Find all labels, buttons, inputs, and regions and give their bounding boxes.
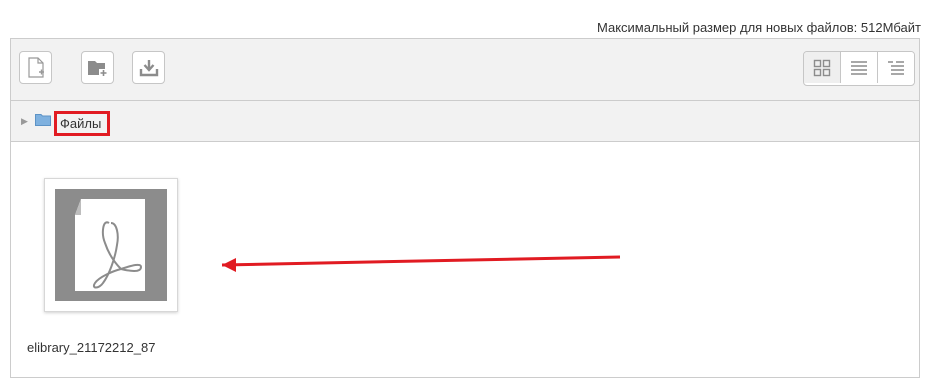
max-file-size: Максимальный размер для новых файлов: 51… <box>597 20 921 35</box>
file-item[interactable] <box>44 178 178 312</box>
expand-arrow-icon[interactable]: ▶ <box>21 116 28 127</box>
view-mode-switcher <box>803 51 915 86</box>
file-manager-toolbar <box>11 39 919 101</box>
icons-view-icon <box>813 59 831 76</box>
download-icon <box>139 59 158 76</box>
create-folder-icon <box>87 60 108 77</box>
file-manager: ▶ Файлы elibrary_21172212_87 <box>10 38 920 378</box>
view-tree-button[interactable] <box>877 52 914 83</box>
annotation-arrow <box>221 255 621 272</box>
pdf-file-icon <box>55 189 167 301</box>
folder-icon <box>35 114 51 126</box>
path-folder-label[interactable]: Файлы <box>54 111 111 136</box>
download-all-button[interactable] <box>132 51 165 84</box>
view-icons-button[interactable] <box>804 52 840 83</box>
file-name[interactable]: elibrary_21172212_87 <box>27 340 155 355</box>
add-file-icon <box>27 56 44 78</box>
create-folder-button[interactable] <box>81 51 114 84</box>
list-view-icon <box>851 60 867 75</box>
tree-view-icon <box>888 60 904 75</box>
add-file-button[interactable] <box>19 51 52 84</box>
path-bar: ▶ Файлы <box>11 101 919 142</box>
view-list-button[interactable] <box>840 52 877 83</box>
